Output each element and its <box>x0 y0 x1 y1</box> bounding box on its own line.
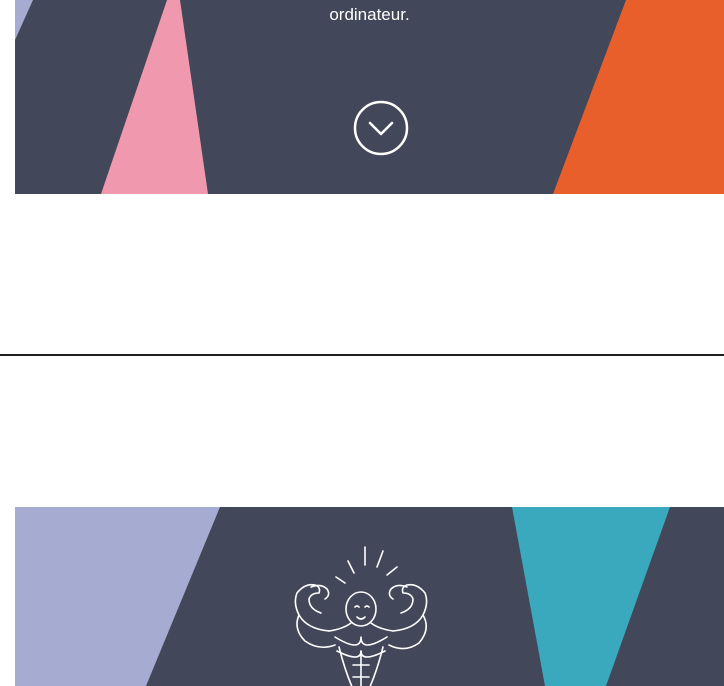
page: ordinateur. <box>0 0 724 686</box>
hero-banner: ordinateur. <box>15 0 724 194</box>
hero-banner-background <box>15 0 724 194</box>
hero-caption: ordinateur. <box>329 5 410 24</box>
scroll-down-button[interactable] <box>353 100 409 156</box>
section-divider <box>0 354 724 356</box>
feature-banner <box>15 507 724 686</box>
bodybuilder-illustration <box>294 546 428 686</box>
chevron-down-circle-icon <box>353 100 409 156</box>
